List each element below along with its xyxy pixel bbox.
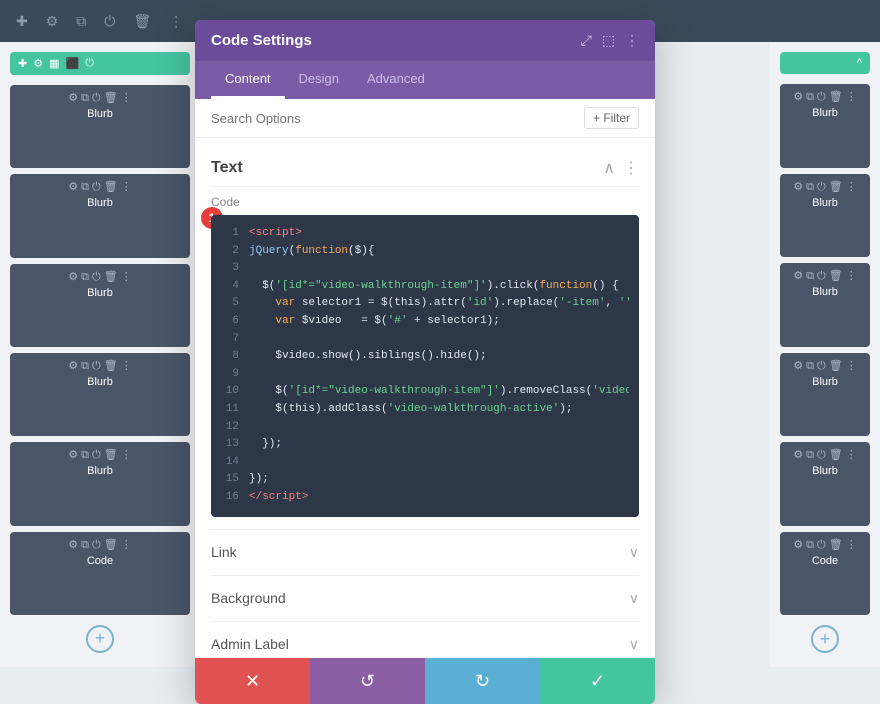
accordion-link-title: Link bbox=[211, 544, 237, 560]
gear-icon-green[interactable]: ⚙ bbox=[33, 57, 43, 70]
right-panel: ^ ⚙ ⧉ ⏻ 🗑 ⋮ Blurb ⚙ ⧉ ⏻ 🗑 ⋮ Blurb ⚙ ⧉ ⏻ … bbox=[770, 42, 880, 667]
module-blurb-r5[interactable]: ⚙ ⧉ ⏻ 🗑 ⋮ Blurb bbox=[780, 442, 870, 526]
code-editor-wrapper: 1 1 2 3 4 5 6 7 8 9 10 11 12 13 14 bbox=[211, 215, 639, 517]
code-label: Code bbox=[211, 195, 639, 209]
plus-icon[interactable]: ✚ bbox=[12, 9, 32, 34]
accordion-admin-title: Admin Label bbox=[211, 636, 289, 652]
tab-design[interactable]: Design bbox=[285, 61, 353, 99]
dots-icon[interactable]: ⋮ bbox=[165, 9, 187, 34]
module-blurb-r2[interactable]: ⚙ ⧉ ⏻ 🗑 ⋮ Blurb bbox=[780, 174, 870, 258]
trash-icon[interactable]: 🗑 bbox=[129, 9, 155, 34]
cancel-button[interactable]: ✕ bbox=[195, 658, 310, 704]
modal-footer: ✕ ↺ ↻ ✓ bbox=[195, 658, 655, 704]
accordion-background-title: Background bbox=[211, 590, 286, 606]
left-panel: ✚ ⚙ ▦ ⬛ ⏻ ⚙ ⧉ ⏻ 🗑 ⋮ Blurb ⚙ ⧉ ⏻ 🗑 ⋮ Blur… bbox=[0, 42, 200, 667]
module-blurb-1[interactable]: ⚙ ⧉ ⏻ 🗑 ⋮ Blurb bbox=[10, 85, 190, 168]
undo-button[interactable]: ↺ bbox=[310, 658, 425, 704]
modal-tabs: Content Design Advanced bbox=[195, 61, 655, 99]
plus-icon-green[interactable]: ✚ bbox=[18, 57, 27, 70]
module-blurb-r4[interactable]: ⚙ ⧉ ⏻ 🗑 ⋮ Blurb bbox=[780, 353, 870, 437]
power-icon[interactable]: ⏻ bbox=[100, 9, 119, 34]
collapse-icon[interactable]: ∧ bbox=[603, 158, 615, 178]
module-blurb-4[interactable]: ⚙ ⧉ ⏻ 🗑 ⋮ Blurb bbox=[10, 353, 190, 436]
module-blurb-3[interactable]: ⚙ ⧉ ⏻ 🗑 ⋮ Blurb bbox=[10, 264, 190, 347]
accordion-link[interactable]: Link ∨ bbox=[211, 529, 639, 575]
code-editor[interactable]: 1 2 3 4 5 6 7 8 9 10 11 12 13 14 15 16 bbox=[211, 215, 639, 517]
module-code-right[interactable]: ⚙ ⧉ ⏻ 🗑 ⋮ Code bbox=[780, 532, 870, 616]
redo-button[interactable]: ↻ bbox=[425, 658, 540, 704]
modal-search-bar: + Filter bbox=[195, 99, 655, 138]
modal-header: Code Settings ⤢ ⬚ ⋮ bbox=[195, 20, 655, 61]
search-input[interactable] bbox=[211, 111, 576, 126]
more-dots-icon[interactable]: ⋮ bbox=[625, 32, 639, 49]
cols-icon-green[interactable]: ⬛ bbox=[66, 57, 80, 70]
module-blurb-r1[interactable]: ⚙ ⧉ ⏻ 🗑 ⋮ Blurb bbox=[780, 84, 870, 168]
code-settings-modal: Code Settings ⤢ ⬚ ⋮ Content Design Advan… bbox=[195, 20, 655, 704]
chevron-down-background: ∨ bbox=[629, 590, 639, 607]
section-title-text: Text bbox=[211, 159, 243, 177]
section-controls: ∧ ⋮ bbox=[603, 158, 639, 178]
module-blurb-2[interactable]: ⚙ ⧉ ⏻ 🗑 ⋮ Blurb bbox=[10, 174, 190, 257]
module-code-left[interactable]: ⚙ ⧉ ⏻ 🗑 ⋮ Code bbox=[10, 532, 190, 615]
modal-header-icons: ⤢ ⬚ ⋮ bbox=[581, 32, 639, 49]
modal-title: Code Settings bbox=[211, 32, 312, 49]
accordion-background[interactable]: Background ∨ bbox=[211, 575, 639, 621]
modal-body: Text ∧ ⋮ Code 1 1 2 3 4 5 6 7 8 9 bbox=[195, 138, 655, 658]
power-icon-green[interactable]: ⏻ bbox=[85, 57, 94, 70]
grid-icon-green[interactable]: ▦ bbox=[49, 57, 59, 70]
tab-content[interactable]: Content bbox=[211, 61, 285, 99]
module-blurb-5[interactable]: ⚙ ⧉ ⏻ 🗑 ⋮ Blurb bbox=[10, 442, 190, 525]
save-button[interactable]: ✓ bbox=[540, 658, 655, 704]
chevron-up-icon[interactable]: ^ bbox=[857, 57, 862, 69]
tab-advanced[interactable]: Advanced bbox=[353, 61, 439, 99]
section-dots-icon[interactable]: ⋮ bbox=[623, 158, 639, 178]
copy-icon[interactable]: ⧉ bbox=[72, 9, 90, 34]
columns-icon[interactable]: ⬚ bbox=[602, 32, 615, 49]
accordion-admin-label[interactable]: Admin Label ∨ bbox=[211, 621, 639, 659]
module-blurb-r3[interactable]: ⚙ ⧉ ⏻ 🗑 ⋮ Blurb bbox=[780, 263, 870, 347]
chevron-down-link: ∨ bbox=[629, 544, 639, 561]
text-section-header: Text ∧ ⋮ bbox=[211, 150, 639, 187]
line-numbers: 1 2 3 4 5 6 7 8 9 10 11 12 13 14 15 16 bbox=[221, 225, 249, 507]
chevron-down-admin: ∨ bbox=[629, 636, 639, 653]
add-module-left[interactable]: + bbox=[86, 625, 114, 653]
fullscreen-icon[interactable]: ⤢ bbox=[581, 32, 592, 49]
filter-button[interactable]: + Filter bbox=[584, 107, 639, 129]
gear-icon[interactable]: ⚙ bbox=[42, 9, 63, 34]
code-content: <script> jQuery(function($){ $('[id*="vi… bbox=[249, 225, 629, 507]
add-module-right[interactable]: + bbox=[811, 625, 839, 653]
